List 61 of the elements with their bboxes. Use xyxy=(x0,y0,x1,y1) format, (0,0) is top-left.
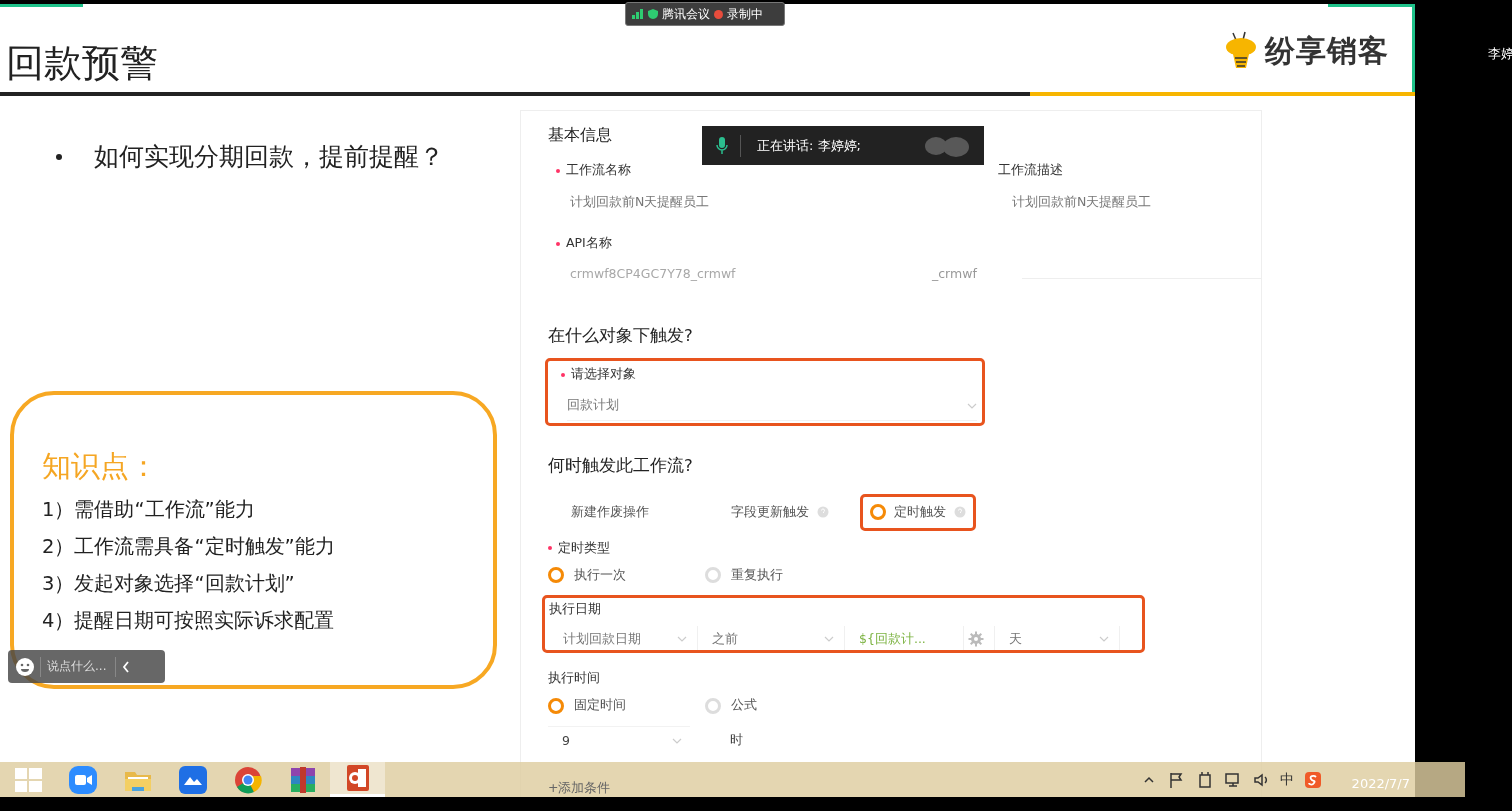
knowledge-item: 1）需借助“工作流”能力 xyxy=(42,497,255,523)
field-label: 执行日期 xyxy=(549,600,602,618)
field-label: 工作流描述 xyxy=(998,162,1063,179)
record-icon xyxy=(714,9,723,19)
option-label[interactable]: 字段更新触发 xyxy=(731,503,809,521)
knowledge-item: 2）工作流需具备“定时触发”能力 xyxy=(42,534,335,560)
field-label: 定时类型 xyxy=(558,539,610,557)
option-label[interactable]: 公式 xyxy=(731,697,757,714)
field-value: 计划回款前N天提醒员工 xyxy=(1012,194,1153,211)
knowledge-item: 4）提醒日期可按照实际诉求配置 xyxy=(42,608,335,634)
caret-icon xyxy=(672,737,682,744)
smiley-icon xyxy=(16,657,34,676)
sogou-icon[interactable] xyxy=(1303,770,1322,789)
video-camera-icon[interactable] xyxy=(67,764,98,795)
logo-text: 纷享销客 xyxy=(1265,31,1389,70)
option-label[interactable]: 新建作废操作 xyxy=(571,503,649,521)
recording-status: 录制中 xyxy=(727,5,763,23)
radio-button[interactable] xyxy=(548,567,564,584)
hour-select[interactable]: 9 xyxy=(548,726,690,754)
field-label: 工作流名称 xyxy=(566,162,631,179)
add-condition-link[interactable]: +添加条件 xyxy=(548,780,611,797)
option-label[interactable]: 重复执行 xyxy=(731,566,783,584)
speaker-text: 正在讲话: 李婷婷; xyxy=(757,136,861,155)
radio-button[interactable] xyxy=(870,504,886,521)
caret-icon xyxy=(967,402,977,409)
app-name: 腾讯会议 xyxy=(662,5,710,23)
chat-placeholder: 说点什么... xyxy=(47,658,108,675)
unit-label: 时 xyxy=(730,731,743,749)
shield-icon xyxy=(648,9,658,19)
bullet-dot xyxy=(56,153,62,160)
chat-input[interactable]: 说点什么... xyxy=(8,650,165,683)
caret-icon xyxy=(677,636,687,643)
input-method-indicator[interactable]: 中 xyxy=(1279,770,1294,789)
field-label: API名称 xyxy=(566,235,612,252)
gear-icon xyxy=(968,631,984,648)
field-label: 请选择对象 xyxy=(571,366,636,383)
dropdown[interactable]: 天 xyxy=(994,625,1120,653)
option-label[interactable]: 定时触发 xyxy=(894,503,946,521)
bullet-text: 如何实现分期回款，提前提醒？ xyxy=(94,141,444,173)
chrome-icon[interactable] xyxy=(232,764,263,795)
radio-button[interactable] xyxy=(548,697,564,714)
chevron-left-icon xyxy=(122,660,130,673)
section-title: 何时触发此工作流? xyxy=(548,454,693,477)
signal-icon xyxy=(632,9,644,19)
option-label[interactable]: 执行一次 xyxy=(574,566,626,584)
knowledge-item: 3）发起对象选择“回款计划” xyxy=(42,571,295,597)
caret-icon xyxy=(1099,636,1109,643)
section-title: 在什么对象下触发? xyxy=(548,325,693,347)
field-value: 计划回款前N天提醒员工 xyxy=(570,194,711,211)
field-label: 执行时间 xyxy=(548,670,600,687)
object-select[interactable]: 回款计划 xyxy=(567,391,977,421)
section-title: 基本信息 xyxy=(548,125,612,146)
dropdown[interactable]: 计划回款日期 xyxy=(549,625,698,653)
knowledge-heading: 知识点： xyxy=(42,448,159,485)
microphone-icon xyxy=(716,136,728,155)
caret-icon xyxy=(824,636,834,643)
slide-title: 回款预警 xyxy=(6,39,159,87)
dropdown[interactable]: 之前 xyxy=(698,625,845,653)
field-suffix: _crmwf xyxy=(932,266,977,281)
option-label[interactable]: 固定时间 xyxy=(574,697,626,714)
field-value: crmwf8CP4GC7Y78_crmwf xyxy=(570,266,737,281)
